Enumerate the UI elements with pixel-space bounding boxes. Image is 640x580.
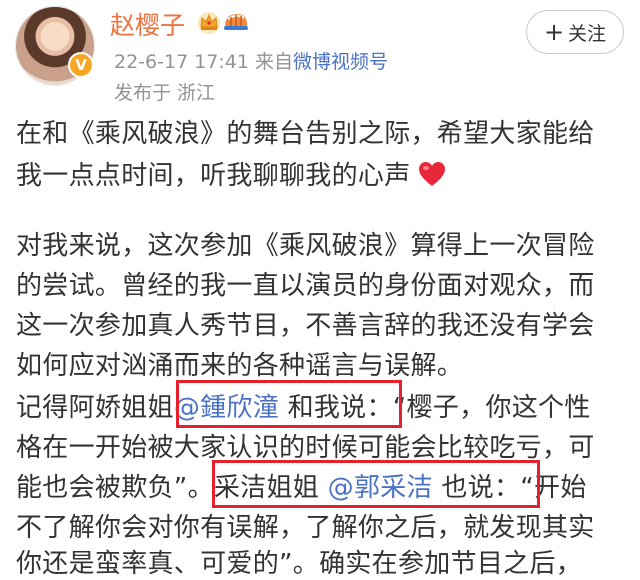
plus-icon: + — [543, 18, 565, 46]
helmet-icon[interactable] — [222, 9, 250, 35]
follow-button[interactable]: + 关注 — [526, 10, 624, 54]
crown-icon[interactable] — [196, 9, 222, 35]
highlight-box — [212, 460, 540, 508]
post-header: V 赵樱子 22-6-17 17:41 来自微博视频号 发布于 浙江 + 关注 — [0, 0, 640, 110]
verified-badge-icon: V — [68, 52, 94, 78]
user-name[interactable]: 赵樱子 — [110, 6, 185, 42]
post-text-line: 对我来说，这次参加《乘风破浪》算得上一次冒险 — [16, 231, 595, 261]
heart-icon — [418, 162, 445, 186]
post-meta: 22-6-17 17:41 来自微博视频号 — [114, 47, 388, 74]
post-date: 22-6-17 — [114, 51, 189, 73]
post-text-line: 你还是蛮率真、可爱的”。确实在参加节目之后， — [16, 549, 583, 579]
published-location: 发布于 浙江 — [114, 82, 216, 104]
post-text-line: 不了解你会对你有误解，了解你之后，就发现其实 — [16, 513, 595, 543]
post-text-line: 的尝试。曾经的我一直以演员的身份面对观众，而 — [16, 271, 595, 301]
post-text-segment: 我一点点时间，听我聊聊我的心声 — [16, 161, 411, 191]
post-text-line: 如何应对汹涌而来的各种谣言与误解。 — [16, 351, 464, 381]
source-prefix: 来自 — [255, 51, 294, 73]
follow-label: 关注 — [568, 22, 607, 45]
post-text-line: 这一次参加真人秀节目，不善言辞的我还没有学会 — [16, 311, 595, 341]
post-text-line: 在和《乘风破浪》的舞台告别之际，希望大家能给 — [16, 119, 595, 149]
post-text-segment: 记得阿娇姐姐 — [16, 393, 174, 423]
source-link[interactable]: 微博视频号 — [293, 51, 388, 73]
highlight-box — [176, 380, 402, 428]
post-text-line: 我一点点时间，听我聊聊我的心声 — [16, 160, 447, 192]
post-time: 17:41 — [194, 51, 249, 73]
post-text-segment: 能也会被欺负”。 — [16, 473, 214, 503]
